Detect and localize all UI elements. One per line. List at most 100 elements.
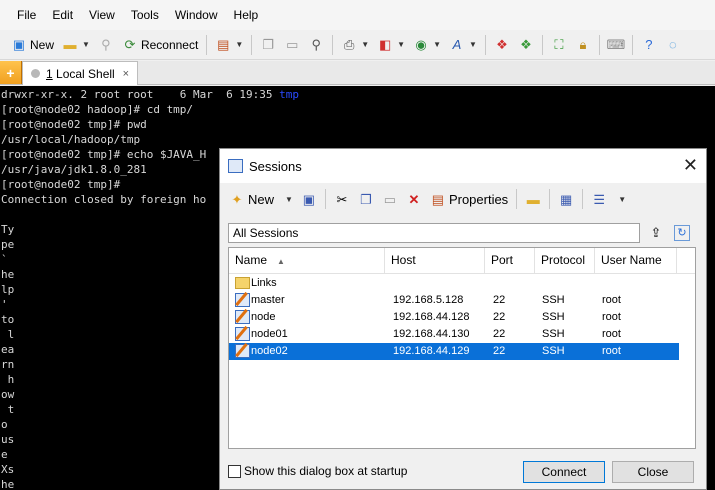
xftp-button[interactable]: ❖	[491, 33, 513, 57]
folder-icon: ▬	[526, 191, 540, 207]
sort-up-icon: ▲	[277, 257, 285, 266]
view-list-icon: ☰	[593, 191, 606, 207]
session-host: 192.168.44.130	[393, 328, 470, 340]
session-name: node	[251, 311, 276, 323]
toolbar-separator	[251, 34, 253, 55]
session-port: 22	[493, 328, 506, 340]
color-scheme-button[interactable]: ◧ ▼	[374, 33, 408, 57]
menu-window[interactable]: Window	[167, 8, 226, 22]
column-header-host[interactable]: Host	[385, 248, 485, 274]
terminal-side-text: t	[1, 403, 15, 416]
menu-tools[interactable]: Tools	[123, 8, 167, 22]
close-button[interactable]: Close	[612, 461, 694, 483]
menu-file[interactable]: File	[9, 8, 44, 22]
tab-title: Local Shell	[52, 66, 115, 81]
column-header-user-name[interactable]: User Name	[595, 248, 677, 274]
terminal-side-text: rn	[1, 358, 15, 371]
print-button[interactable]: ⎙ ▼	[338, 33, 372, 57]
up-folder-icon[interactable]: ⇪	[648, 225, 664, 241]
column-header-protocol[interactable]: Protocol	[535, 248, 595, 274]
xftp-icon: ❖	[496, 37, 508, 52]
toolbar-separator	[332, 34, 334, 55]
properties-icon: ▤	[217, 37, 230, 52]
session-name: master	[251, 294, 285, 306]
session-path[interactable]: All Sessions	[228, 223, 640, 243]
properties-button[interactable]: ▤ ▼	[212, 33, 246, 57]
copy-button[interactable]: ❐	[257, 33, 279, 57]
fullscreen-button[interactable]: ⛶	[548, 33, 570, 57]
dialog-title: Sessions	[249, 158, 302, 174]
menu-edit[interactable]: Edit	[44, 8, 81, 22]
toolbar-separator	[484, 34, 486, 55]
new-session-button[interactable]: ▣ New	[8, 33, 57, 57]
chevron-down-icon: ▼	[469, 40, 477, 49]
new-session-icon: ✦	[231, 191, 243, 207]
session-name: node01	[251, 328, 288, 340]
add-tab-button[interactable]: +	[0, 61, 22, 84]
view-button[interactable]: ☰ ▼	[588, 187, 629, 211]
keyboard-button[interactable]: ⌨	[605, 33, 627, 57]
new-button-label: New	[248, 191, 275, 207]
menu-view[interactable]: View	[81, 8, 123, 22]
dialog-footer: Show this dialog box at startup Connect …	[220, 455, 706, 490]
xshell-window: File Edit View Tools Window Help ▣ New ▬…	[0, 0, 715, 490]
refresh-icon[interactable]: ↻	[674, 225, 690, 241]
copy-button[interactable]: ❐	[355, 187, 377, 211]
column-header-port[interactable]: Port	[485, 248, 535, 274]
keyboard-icon: ⌨	[606, 37, 626, 52]
session-icon	[235, 293, 250, 307]
scissors-icon: ✂	[336, 191, 348, 207]
new-button[interactable]: ✦ New ▼	[226, 187, 296, 211]
startup-checkbox[interactable]	[228, 465, 241, 478]
lock-icon: 🔒︎	[579, 37, 587, 52]
session-icon	[235, 344, 250, 358]
terminal-line: [root@node02 hadoop]# cd tmp/	[1, 103, 194, 116]
tunnel-button[interactable]: ❖	[515, 33, 537, 57]
delete-button[interactable]: ✕	[403, 187, 425, 211]
session-row[interactable]: node 192.168.44.128 22 SSH root	[229, 309, 679, 326]
terminal-line: /usr/local/hadoop/tmp	[1, 133, 141, 146]
globe-icon: ◉	[415, 37, 427, 52]
connect-button[interactable]: Connect	[523, 461, 605, 483]
terminal-side-text: Ty	[1, 223, 15, 236]
paste-icon: ▭	[286, 37, 299, 52]
column-header-name[interactable]: Name ▲	[229, 248, 385, 274]
session-icon	[235, 310, 250, 324]
paste-button[interactable]: ▭	[379, 187, 401, 211]
session-row[interactable]: node01 192.168.44.130 22 SSH root	[229, 326, 679, 343]
session-row-selected[interactable]: node02 192.168.44.129 22 SSH root	[229, 343, 679, 360]
chevron-down-icon: ▼	[618, 194, 627, 204]
terminal-side-text: lp	[1, 283, 15, 296]
disconnect-button[interactable]: ⚲	[95, 33, 117, 57]
paste-button[interactable]: ▭	[281, 33, 303, 57]
session-row[interactable]: master 192.168.5.128 22 SSH root	[229, 292, 679, 309]
sessions-list[interactable]: Name ▲ Host Port Protocol User Name Links…	[228, 247, 696, 449]
find-button[interactable]: ⚲	[305, 33, 327, 57]
help-icon: ?	[645, 37, 653, 52]
session-port: 22	[493, 294, 506, 306]
encoding-button[interactable]: ◉ ▼	[410, 33, 444, 57]
terminal-line-text: drwxr-xr-x. 2 root root 6 Mar 6 19:35	[1, 88, 280, 101]
save-button[interactable]: ▣	[298, 187, 320, 211]
tab-label: 1 Local Shell	[46, 67, 115, 81]
open-button[interactable]: ▬ ▼	[59, 33, 93, 57]
cut-button[interactable]: ✂	[331, 187, 353, 211]
lock-button[interactable]: 🔒︎	[572, 33, 594, 57]
startup-checkbox-label[interactable]: Show this dialog box at startup	[244, 464, 407, 478]
reconnect-button[interactable]: ⟳ Reconnect	[119, 33, 201, 57]
tab-local-shell[interactable]: 1 Local Shell ×	[22, 61, 138, 85]
chat-button[interactable]: ◌	[662, 33, 684, 57]
close-icon[interactable]: ✕	[683, 156, 698, 174]
session-tab-bar: + 1 Local Shell ×	[0, 61, 715, 85]
new-folder-button[interactable]: ▬	[522, 187, 544, 211]
help-button[interactable]: ?	[638, 33, 660, 57]
menu-help[interactable]: Help	[226, 8, 267, 22]
toolbar-separator	[549, 189, 551, 209]
import-export-button[interactable]: ▦	[555, 187, 577, 211]
terminal-side-text: us	[1, 433, 15, 446]
font-button[interactable]: A ▼	[446, 33, 480, 57]
properties-button[interactable]: ▤ Properties	[427, 187, 511, 211]
fullscreen-icon: ⛶	[554, 37, 564, 52]
close-tab-icon[interactable]: ×	[123, 68, 129, 80]
list-item-folder[interactable]: Links	[229, 275, 679, 292]
